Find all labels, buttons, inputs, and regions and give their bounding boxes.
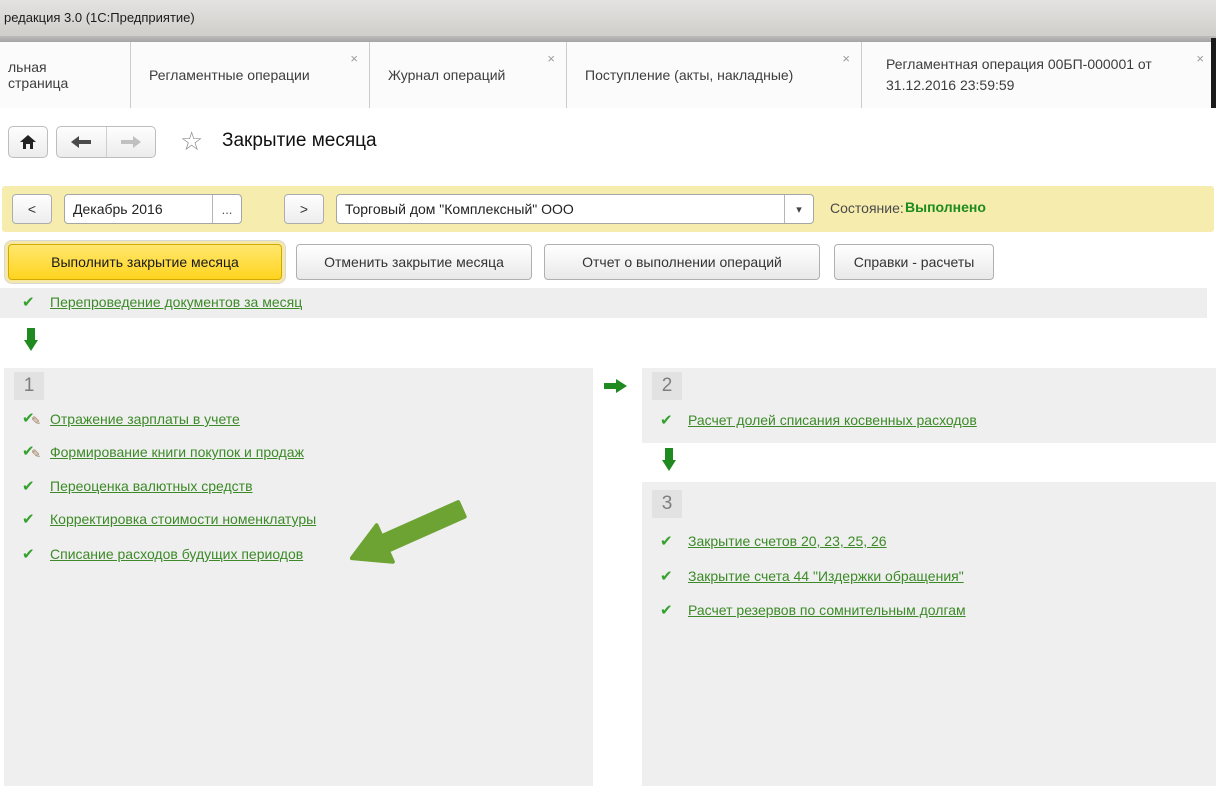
status-value: Выполнено <box>905 199 986 215</box>
period-choose-button[interactable]: ... <box>212 195 241 223</box>
list-item: ✔ Закрытие счета 44 "Издержки обращения" <box>660 568 964 584</box>
list-item: ✔ Расчет резервов по сомнительным долгам <box>660 602 966 618</box>
tab-home-page[interactable]: льная страница <box>0 42 131 108</box>
operation-link[interactable]: Корректировка стоимости номенклатуры <box>50 511 316 527</box>
forward-button[interactable] <box>107 127 156 157</box>
list-item: ✔ Списание расходов будущих периодов <box>22 546 303 562</box>
reposting-row: ✔ Перепроведение документов за месяц <box>0 288 1207 318</box>
organization-value[interactable]: Торговый дом "Комплексный" ООО <box>337 195 784 223</box>
tab-label: льная страница <box>8 59 69 91</box>
check-icon: ✔ <box>660 601 673 619</box>
check-pencil-icon: ✔ ✎ <box>22 410 42 428</box>
organization-select[interactable]: Торговый дом "Комплексный" ООО ▾ <box>336 194 814 224</box>
cancel-month-closing-button[interactable]: Отменить закрытие месяца <box>296 244 532 280</box>
check-icon: ✔ <box>22 294 35 311</box>
application-window: редакция 3.0 (1С:Предприятие) льная стра… <box>0 0 1216 790</box>
flow-right-arrow-icon <box>604 379 628 393</box>
tab-routine-operations[interactable]: Регламентные операции × <box>131 42 370 108</box>
check-icon: ✔ <box>22 477 35 495</box>
status-label: Состояние: <box>830 200 904 216</box>
check-icon: ✔ <box>660 532 673 550</box>
operations-report-button[interactable]: Отчет о выполнении операций <box>544 244 820 280</box>
operation-link[interactable]: Расчет долей списания косвенных расходов <box>688 412 977 428</box>
close-icon[interactable]: × <box>1196 52 1204 65</box>
back-button[interactable] <box>57 127 107 157</box>
period-value[interactable]: Декабрь 2016 <box>65 195 212 223</box>
tab-label: Журнал операций <box>388 67 506 83</box>
close-icon[interactable]: × <box>842 52 850 65</box>
operation-link[interactable]: Расчет резервов по сомнительным долгам <box>688 602 966 618</box>
flow-down-arrow-icon <box>24 328 38 352</box>
period-field[interactable]: Декабрь 2016 ... <box>64 194 242 224</box>
window-titlebar: редакция 3.0 (1С:Предприятие) <box>0 0 1216 36</box>
reposting-link[interactable]: Перепроведение документов за месяц <box>50 294 302 310</box>
list-item: ✔ Расчет долей списания косвенных расход… <box>660 412 977 428</box>
check-icon: ✔ <box>22 545 35 563</box>
section-number-badge: 2 <box>652 372 682 400</box>
operation-link[interactable]: Отражение зарплаты в учете <box>50 411 240 427</box>
operation-link[interactable]: Переоценка валютных средств <box>50 478 253 494</box>
tab-bar: льная страница Регламентные операции × Ж… <box>0 42 1216 109</box>
operation-link[interactable]: Формирование книги покупок и продаж <box>50 444 304 460</box>
operation-link[interactable]: Закрытие счета 44 "Издержки обращения" <box>688 568 964 584</box>
check-icon: ✔ <box>22 510 35 528</box>
window-edge <box>1211 38 1216 110</box>
list-item: ✔ Переоценка валютных средств <box>22 478 253 494</box>
forward-arrow-icon <box>120 136 141 148</box>
period-toolbar: < Декабрь 2016 ... > Торговый дом "Компл… <box>2 186 1214 232</box>
tab-operations-journal[interactable]: Журнал операций × <box>370 42 567 108</box>
section-2-panel: 2 ✔ Расчет долей списания косвенных расх… <box>642 368 1216 443</box>
list-item: ✔ Корректировка стоимости номенклатуры <box>22 511 316 527</box>
tab-receipts[interactable]: Поступление (акты, накладные) × <box>567 42 862 108</box>
references-calculations-button[interactable]: Справки - расчеты <box>834 244 994 280</box>
home-icon <box>20 135 36 149</box>
list-item: ✔ ✎ Формирование книги покупок и продаж <box>22 443 304 461</box>
operation-link[interactable]: Списание расходов будущих периодов <box>50 546 303 562</box>
previous-period-button[interactable]: < <box>12 194 52 224</box>
check-pencil-icon: ✔ ✎ <box>22 443 42 461</box>
section-number-badge: 1 <box>14 372 44 400</box>
flow-down-arrow-icon <box>662 448 676 472</box>
list-item: ✔ Закрытие счетов 20, 23, 25, 26 <box>660 533 887 549</box>
close-icon[interactable]: × <box>350 52 358 65</box>
run-month-closing-button[interactable]: Выполнить закрытие месяца <box>8 244 282 280</box>
close-icon[interactable]: × <box>547 52 555 65</box>
list-item: ✔ ✎ Отражение зарплаты в учете <box>22 410 240 428</box>
section-1-panel: 1 ✔ ✎ Отражение зарплаты в учете ✔ ✎ Фор… <box>4 368 593 786</box>
tab-label: Регламентная операция 00БП-000001 от 31.… <box>886 56 1152 93</box>
navigation-row: ☆ Закрытие месяца <box>0 108 1216 178</box>
window-title: редакция 3.0 (1С:Предприятие) <box>4 10 195 25</box>
history-buttons <box>56 126 156 158</box>
tab-label: Регламентные операции <box>149 67 310 83</box>
favorite-star-icon[interactable]: ☆ <box>180 128 203 154</box>
next-period-button[interactable]: > <box>284 194 324 224</box>
operation-link[interactable]: Закрытие счетов 20, 23, 25, 26 <box>688 533 887 549</box>
tab-routine-operation-document[interactable]: Регламентная операция 00БП-000001 от 31.… <box>862 42 1216 108</box>
section-number-badge: 3 <box>652 490 682 518</box>
home-button[interactable] <box>8 126 48 158</box>
tab-label: Поступление (акты, накладные) <box>585 67 794 83</box>
check-icon: ✔ <box>660 567 673 585</box>
section-3-panel: 3 ✔ Закрытие счетов 20, 23, 25, 26 ✔ Зак… <box>642 482 1216 786</box>
check-icon: ✔ <box>660 411 673 429</box>
chevron-down-icon[interactable]: ▾ <box>784 195 813 223</box>
page-title: Закрытие месяца <box>222 130 377 151</box>
back-arrow-icon <box>71 136 92 148</box>
